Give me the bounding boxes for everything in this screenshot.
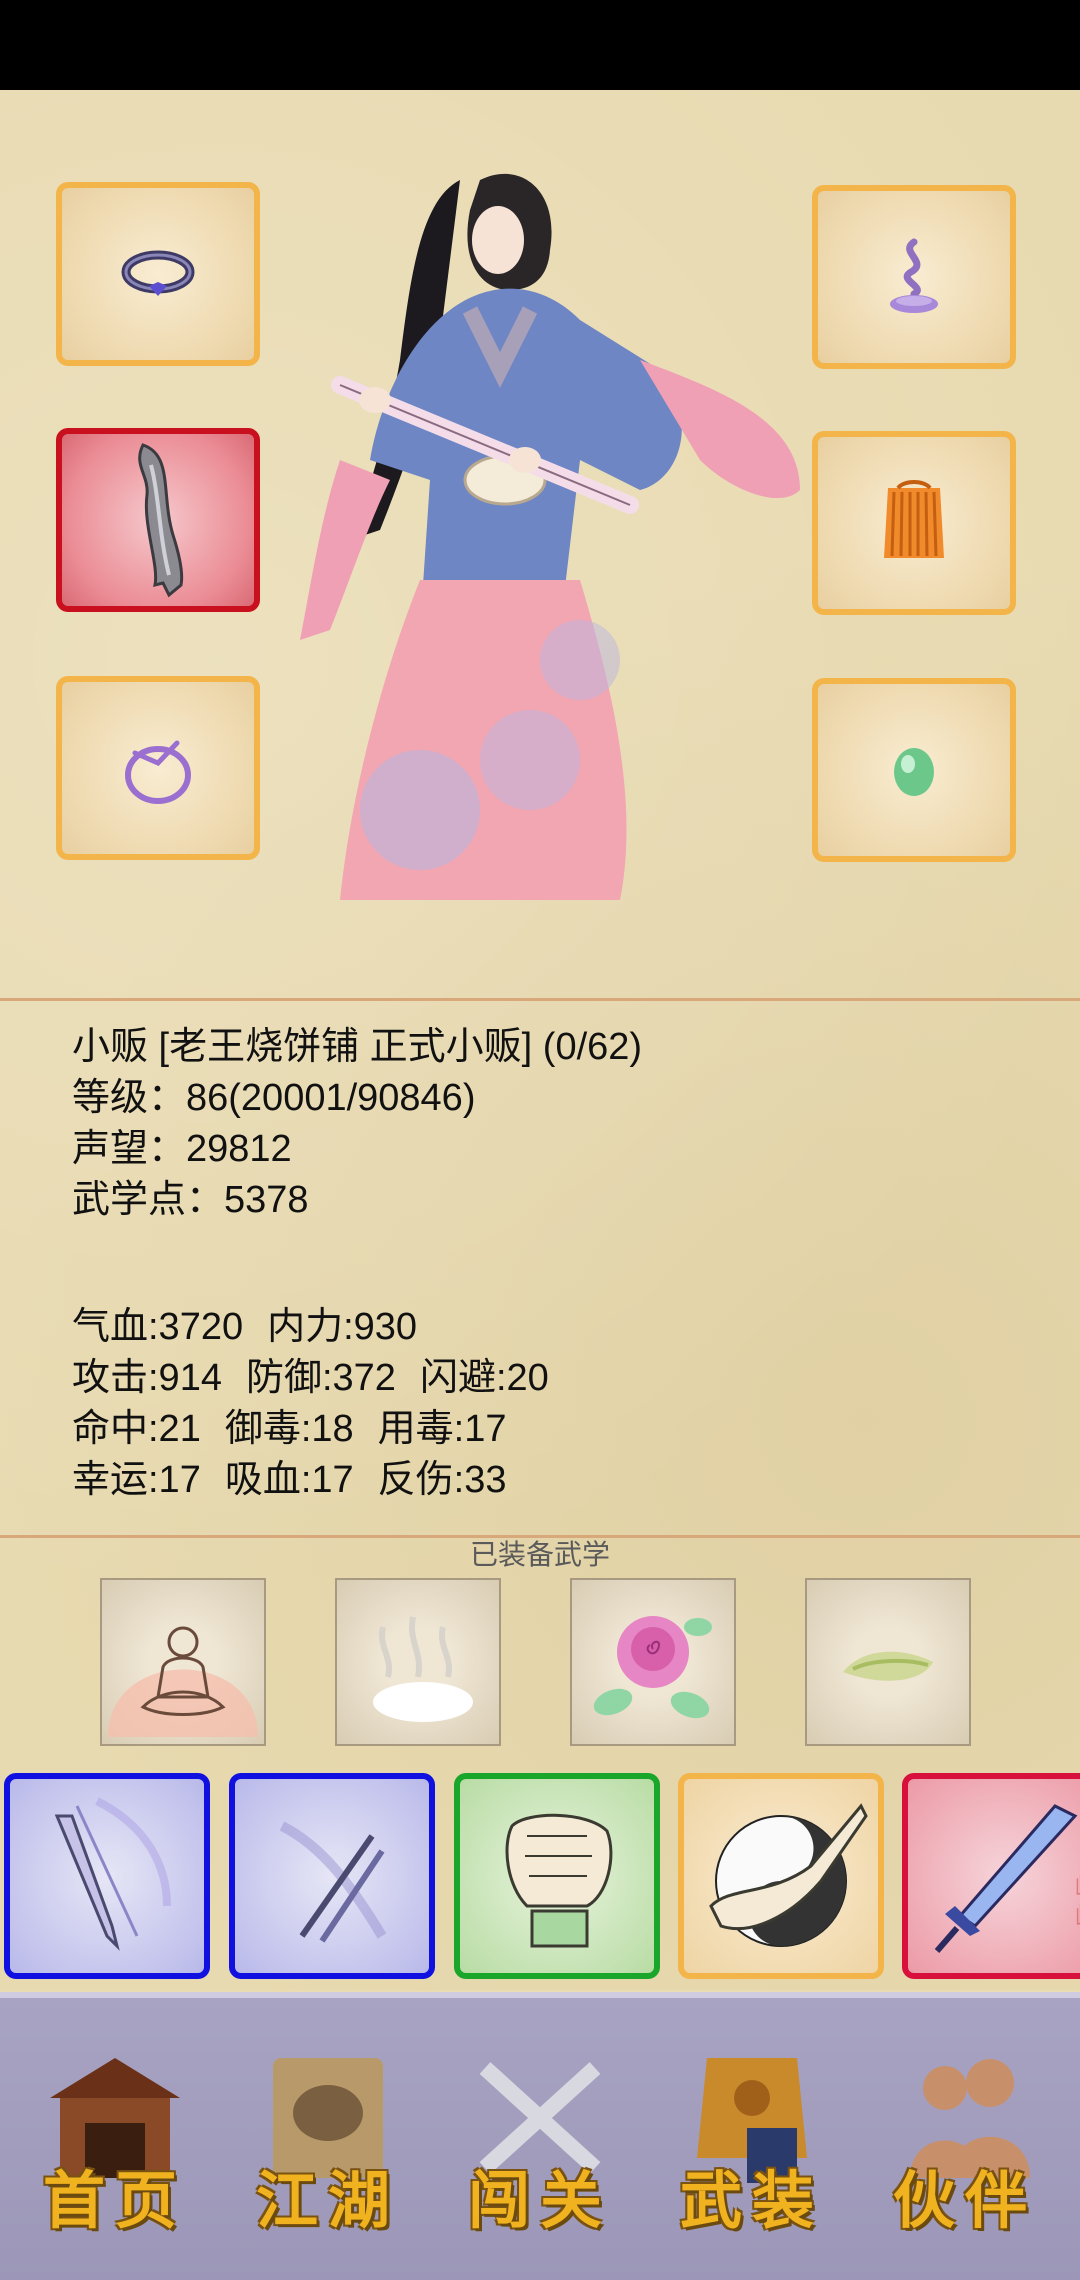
nav-jianghu-label: 江湖 [255, 2164, 400, 2237]
hp-stat: 气血:3720 [72, 1306, 244, 1348]
status-bar [0, 0, 1080, 90]
svg-text:嵋: 嵋 [1075, 1903, 1080, 1933]
incense-icon [890, 238, 938, 313]
equip-slot-incense[interactable] [812, 185, 1016, 369]
fist-icon [505, 1813, 613, 1948]
armor-icon [884, 480, 944, 558]
skill-card-2[interactable] [229, 1773, 435, 1979]
equip-slot-bracelet[interactable] [56, 676, 260, 860]
nav-challenge[interactable]: 闯关 [445, 2038, 635, 2248]
martial-art-slot-2[interactable] [335, 1578, 501, 1746]
defense-stat: 防御:372 [245, 1357, 396, 1399]
herb-icon [843, 1651, 933, 1681]
poison-use-stat: 用毒:17 [377, 1408, 507, 1450]
section-divider [0, 998, 1080, 1001]
martial-art-slot-4[interactable] [805, 1578, 971, 1746]
twin-blades-icon [279, 1821, 387, 1943]
martial-art-slot-3[interactable] [570, 1578, 736, 1746]
nav-partner-label: 伙伴 [892, 2164, 1037, 2237]
skill-card-4[interactable] [678, 1773, 884, 1979]
nav-equipment-label: 武装 [679, 2164, 824, 2237]
equip-slot-jade[interactable] [812, 678, 1016, 862]
blade-icon [138, 443, 184, 598]
nav-home-label: 首页 [42, 2164, 187, 2237]
luck-stat: 幸运:17 [72, 1459, 201, 1501]
accuracy-stat: 命中:21 [72, 1408, 201, 1450]
rose-icon [593, 1616, 712, 1719]
nav-home[interactable]: 首页 [20, 2038, 210, 2248]
meditation-icon [108, 1626, 258, 1737]
equip-slot-ring[interactable] [56, 182, 260, 366]
lifesteal-stat: 吸血:17 [224, 1459, 354, 1501]
poison-resist-stat: 御毒:18 [224, 1408, 354, 1450]
dodge-stat: 闪避:20 [419, 1357, 549, 1399]
attack-stat: 攻击:914 [72, 1357, 222, 1399]
equipped-martial-title: 已装备武学 [469, 1539, 610, 1570]
martial-points-text: 武学点：5378 [72, 1179, 309, 1221]
martial-art-slot-1[interactable] [100, 1578, 266, 1746]
profile-title: 小贩 [老王烧饼铺 正式小贩] (0/62) [72, 1026, 643, 1068]
bracelet-icon [125, 740, 191, 804]
svg-text:峨: 峨 [1075, 1873, 1080, 1903]
blue-sword-icon: 峨 嵋 [934, 1804, 1080, 1953]
attribute-row: 幸运:17 吸血:17 反伤:33 [72, 1455, 573, 1506]
reflect-stat: 反伤:33 [377, 1459, 507, 1501]
skill-card-1[interactable] [4, 1773, 210, 1979]
jade-icon [894, 748, 934, 796]
mist-icon [373, 1616, 473, 1722]
attribute-list: 气血:3720 内力:930 攻击:914 防御:372 闪避:20 命中:21 御毒:… [72, 1302, 573, 1506]
attribute-row: 气血:3720 内力:930 [72, 1302, 573, 1353]
equip-slot-weapon[interactable] [56, 428, 260, 612]
sword-slash-icon [54, 1797, 171, 1951]
level-text: 等级：86(20001/90846) [72, 1077, 476, 1119]
skill-card-5[interactable]: 峨 嵋 [902, 1773, 1080, 1979]
attribute-row: 命中:21 御毒:18 用毒:17 [72, 1404, 573, 1455]
character-portrait [300, 173, 800, 900]
skill-card-3[interactable] [454, 1773, 660, 1979]
nav-equipment[interactable]: 武装 [657, 2038, 847, 2248]
bottom-navigation: 首页 江湖 闯关 武装 伙伴 [0, 1992, 1080, 2280]
attribute-row: 攻击:914 防御:372 闪避:20 [72, 1353, 573, 1404]
equip-slot-armor[interactable] [812, 431, 1016, 615]
yin-yang-palm-icon [709, 1803, 868, 1947]
inner-power-stat: 内力:930 [267, 1306, 418, 1348]
reputation-text: 声望：29812 [72, 1128, 292, 1170]
nav-jianghu[interactable]: 江湖 [233, 2038, 423, 2248]
nav-challenge-label: 闯关 [467, 2164, 612, 2237]
nav-partner[interactable]: 伙伴 [870, 2038, 1060, 2248]
ring-icon [121, 250, 195, 296]
profile-info: 小贩 [老王烧饼铺 正式小贩] (0/62) 等级：86(20001/90846… [72, 1022, 642, 1226]
